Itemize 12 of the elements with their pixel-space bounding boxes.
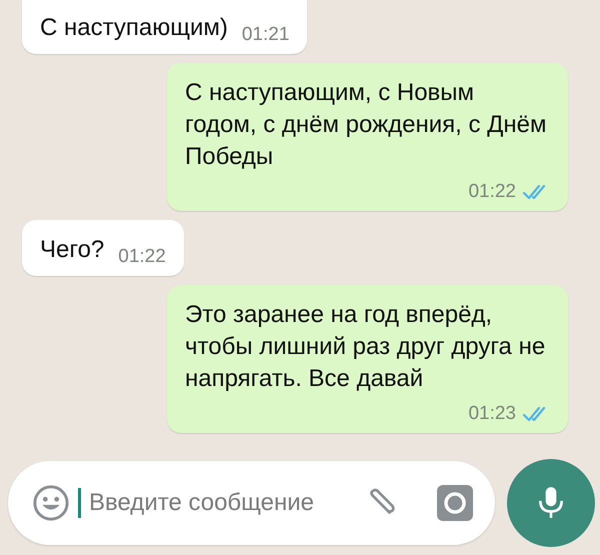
microphone-icon	[538, 486, 564, 520]
message-text: С наступающим, с Новым годом, с днём рождения, с Днём Победы	[185, 78, 548, 172]
message-time: 01:23	[468, 403, 516, 425]
message-input-field[interactable]: Введите сообщение	[89, 489, 353, 517]
camera-icon[interactable]	[437, 485, 473, 521]
message-text: Это заранее на год вперёд, чтобы лишний раз друг друга не напрягать. Все давай	[185, 300, 546, 394]
message-text: Чего?	[40, 235, 104, 265]
message-text: С наступающим)	[40, 13, 228, 43]
message-time: 01:21	[242, 24, 290, 46]
smiley-icon[interactable]	[32, 484, 70, 522]
message-time: 01:22	[118, 246, 166, 268]
message-time: 01:22	[468, 181, 516, 203]
